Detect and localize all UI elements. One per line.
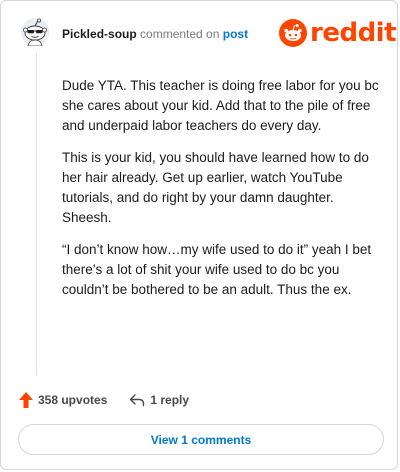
- reddit-wordmark: reddit: [310, 18, 397, 48]
- comment-paragraph: “I don’t know how…my wife used to do it”…: [62, 242, 372, 297]
- commented-on-text: commented on: [140, 27, 220, 41]
- upvote-count: 358 upvotes: [38, 393, 108, 407]
- reddit-snoo-icon: [279, 19, 307, 47]
- username[interactable]: Pickled-soup: [62, 27, 137, 41]
- comment-header: Pickled-soup commented on post: [62, 27, 248, 41]
- comment-paragraph: Dude YTA. This teacher is doing free lab…: [62, 78, 379, 133]
- comment-actions: 358 upvotes 1 reply: [18, 390, 189, 410]
- upvote-button[interactable]: 358 upvotes: [18, 391, 107, 409]
- avatar[interactable]: [21, 18, 49, 47]
- reply-arrow-icon: [130, 394, 145, 407]
- comment-paragraph: This is your kid, you should have learne…: [62, 150, 369, 225]
- reddit-logo[interactable]: reddit: [279, 18, 397, 48]
- thread-line[interactable]: [36, 53, 37, 375]
- comment-card: Pickled-soup commented on post reddit Du…: [0, 0, 398, 470]
- reply-count: 1 reply: [150, 393, 190, 407]
- reply-button[interactable]: 1 reply: [129, 393, 189, 407]
- upvote-arrow-icon: [19, 392, 33, 408]
- view-comments-button[interactable]: View 1 comments: [18, 424, 384, 455]
- comment-body: Dude YTA. This teacher is doing free lab…: [62, 76, 380, 312]
- post-link[interactable]: post: [223, 27, 248, 41]
- snoo-avatar-icon: [21, 18, 49, 47]
